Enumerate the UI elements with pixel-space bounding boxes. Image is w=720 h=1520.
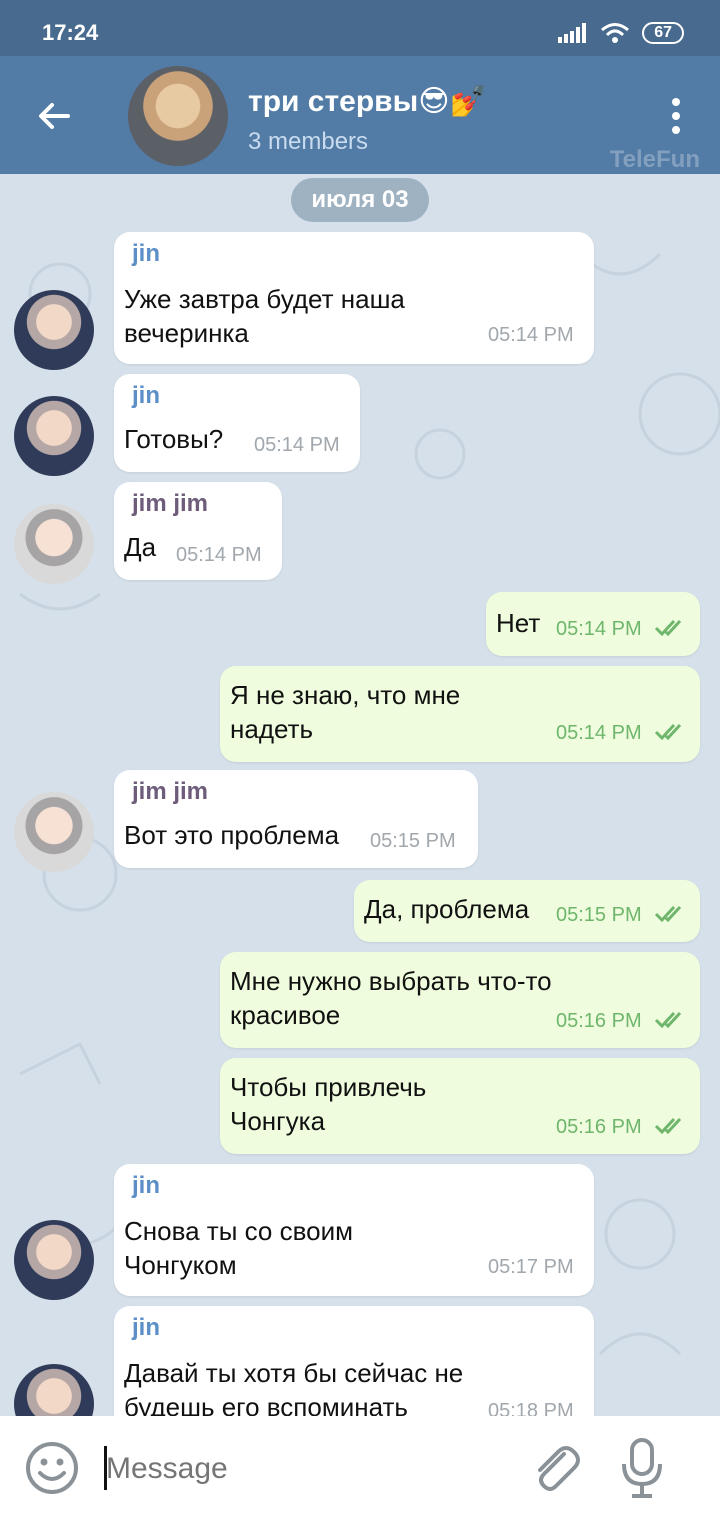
message-input[interactable] xyxy=(104,1446,468,1492)
message-author[interactable]: jin xyxy=(132,1314,160,1342)
message-bubble-outgoing[interactable]: Нет 05:14 PM xyxy=(486,592,700,656)
chat-title[interactable]: три стервы😎💅 xyxy=(248,84,487,119)
avatar-jim[interactable] xyxy=(14,504,94,584)
message-input-bar xyxy=(0,1416,720,1520)
message-time: 05:14 PM xyxy=(176,544,262,566)
more-options-icon[interactable] xyxy=(664,96,688,136)
message-time: 05:18 PM xyxy=(488,1400,574,1416)
status-bar: 17:24 67 xyxy=(0,0,720,56)
message-bubble-outgoing[interactable]: Чтобы привлечь Чонгука 05:16 PM xyxy=(220,1058,700,1154)
message-author[interactable]: jin xyxy=(132,382,160,410)
message-time: 05:16 PM xyxy=(556,1116,642,1138)
emoji-icon[interactable] xyxy=(24,1440,80,1496)
message-text: Снова ты со своим Чонгуком xyxy=(124,1216,353,1280)
avatar-jim[interactable] xyxy=(14,792,94,872)
message-text: Нет xyxy=(496,608,541,638)
message-author[interactable]: jin xyxy=(132,1172,160,1200)
message-time: 05:15 PM xyxy=(556,904,642,926)
read-check-icon xyxy=(654,1011,682,1029)
message-time: 05:14 PM xyxy=(556,722,642,744)
message-text: Готовы? xyxy=(124,424,224,454)
message-bubble-outgoing[interactable]: Да, проблема 05:15 PM xyxy=(354,880,700,942)
message-text: Давай ты хотя бы сейчас не будешь его вс… xyxy=(124,1358,464,1416)
read-check-icon xyxy=(654,619,682,637)
message-text: Да xyxy=(124,532,157,562)
message-text: Уже завтра будет наша вечеринка xyxy=(124,284,405,348)
message-text: Мне нужно выбрать что-то красивое xyxy=(230,966,552,1030)
message-bubble[interactable]: jin Снова ты со своим Чонгуком 05:17 PM xyxy=(114,1164,594,1296)
avatar-jin[interactable] xyxy=(14,290,94,370)
message-bubble[interactable]: jin Готовы? 05:14 PM xyxy=(114,374,360,472)
status-time: 17:24 xyxy=(42,20,99,45)
avatar-jin[interactable] xyxy=(14,1220,94,1300)
message-time: 05:16 PM xyxy=(556,1010,642,1032)
message-author[interactable]: jim jim xyxy=(132,490,208,518)
message-time: 05:14 PM xyxy=(556,618,642,640)
back-arrow-icon[interactable] xyxy=(34,96,74,136)
chat-area[interactable]: июля 03 jin Уже завтра будет наша вечери… xyxy=(0,174,720,1416)
message-bubble-outgoing[interactable]: Я не знаю, что мне надеть 05:14 PM xyxy=(220,666,700,762)
message-text: Чтобы привлечь Чонгука xyxy=(230,1072,427,1136)
signal-icon xyxy=(558,23,587,43)
message-bubble[interactable]: jin Уже завтра будет наша вечеринка 05:1… xyxy=(114,232,594,364)
watermark: TeleFun xyxy=(609,146,700,173)
read-check-icon xyxy=(654,1117,682,1135)
avatar-jin[interactable] xyxy=(14,396,94,476)
message-author[interactable]: jim jim xyxy=(132,778,208,806)
status-icons: 67 xyxy=(558,22,684,44)
message-bubble[interactable]: jin Давай ты хотя бы сейчас не будешь ег… xyxy=(114,1306,594,1416)
read-check-icon xyxy=(654,905,682,923)
message-text: Я не знаю, что мне надеть xyxy=(230,680,461,744)
date-separator: июля 03 xyxy=(291,178,429,222)
message-bubble[interactable]: jim jim Да 05:14 PM xyxy=(114,482,282,580)
microphone-icon[interactable] xyxy=(618,1436,666,1500)
message-time: 05:15 PM xyxy=(370,830,456,852)
message-bubble[interactable]: jim jim Вот это проблема 05:15 PM xyxy=(114,770,478,868)
members-count: 3 members xyxy=(248,128,369,155)
message-bubble-outgoing[interactable]: Мне нужно выбрать что-то красивое 05:16 … xyxy=(220,952,700,1048)
attach-icon[interactable] xyxy=(526,1440,582,1496)
message-text: Вот это проблема xyxy=(124,820,340,850)
message-time: 05:14 PM xyxy=(488,324,574,346)
battery-indicator: 67 xyxy=(642,22,684,44)
wifi-icon xyxy=(601,23,630,43)
group-avatar[interactable] xyxy=(128,66,228,166)
message-author[interactable]: jin xyxy=(132,240,160,268)
chat-header: три стервы😎💅 3 members TeleFun xyxy=(0,56,720,174)
read-check-icon xyxy=(654,723,682,741)
message-time: 05:14 PM xyxy=(254,434,340,456)
text-cursor xyxy=(104,1446,107,1490)
message-time: 05:17 PM xyxy=(488,1256,574,1278)
message-text: Да, проблема xyxy=(364,894,530,924)
